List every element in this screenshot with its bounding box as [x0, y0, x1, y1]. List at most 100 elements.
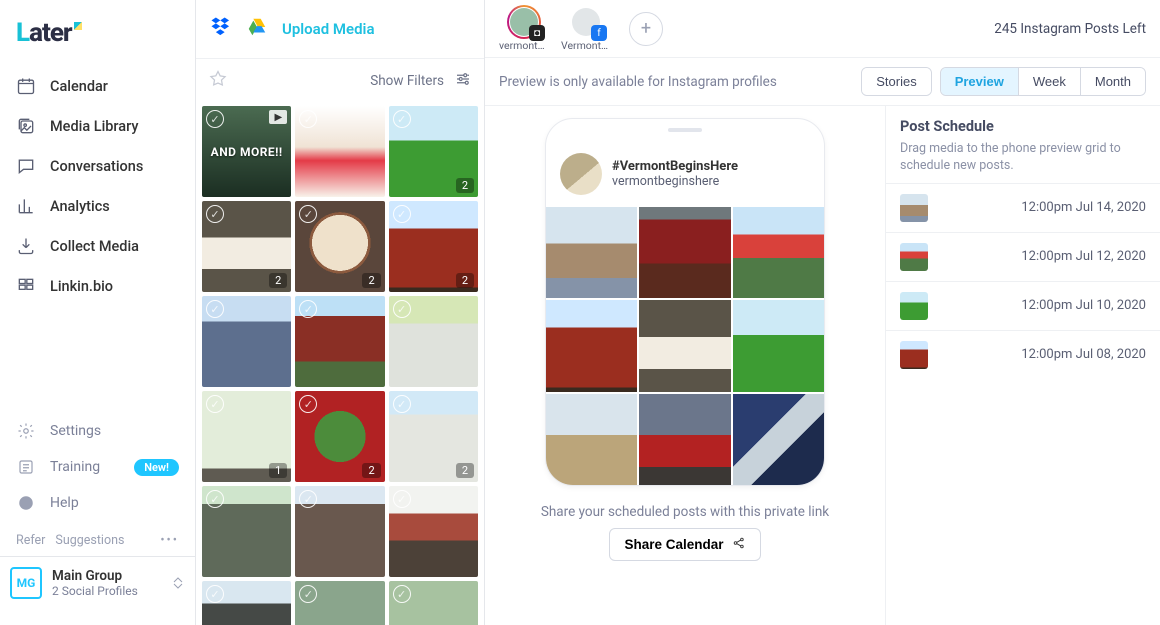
- media-tile[interactable]: ✓1: [202, 391, 291, 482]
- profile-instagram[interactable]: ◘ vermontb...: [499, 5, 549, 52]
- phone-cell[interactable]: [639, 300, 730, 391]
- check-icon[interactable]: ✓: [393, 205, 411, 223]
- check-icon[interactable]: ✓: [393, 110, 411, 128]
- count-badge: 2: [456, 178, 474, 193]
- phone-grid[interactable]: [546, 207, 824, 485]
- phone-cell[interactable]: [546, 300, 637, 391]
- nav-conversations[interactable]: Conversations: [0, 146, 195, 186]
- check-icon[interactable]: ✓: [393, 490, 411, 508]
- preview-button[interactable]: Preview: [941, 68, 1018, 95]
- media-tile[interactable]: ✓▶AND MORE!!: [202, 106, 291, 197]
- show-filters-link[interactable]: Show Filters: [370, 73, 444, 89]
- group-switcher[interactable]: MG Main Group 2 Social Profiles: [0, 556, 195, 625]
- secondary-nav: Settings TrainingNew! ? Help: [0, 409, 195, 525]
- overlay-text: AND MORE!!: [202, 106, 291, 197]
- app-logo[interactable]: Later: [0, 10, 195, 66]
- check-icon[interactable]: ✓: [206, 395, 224, 413]
- nav-linkin-bio[interactable]: Linkin.bio: [0, 266, 195, 306]
- media-tile[interactable]: ✓: [202, 296, 291, 387]
- check-icon[interactable]: ✓: [299, 205, 317, 223]
- check-icon[interactable]: ✓: [206, 205, 224, 223]
- phone-cell[interactable]: [733, 300, 824, 391]
- media-tile[interactable]: ✓: [295, 296, 384, 387]
- nav-collect-media[interactable]: Collect Media: [0, 226, 195, 266]
- check-icon[interactable]: ✓: [299, 585, 317, 603]
- profile-picture: [560, 153, 602, 195]
- nav-help[interactable]: ? Help: [0, 485, 195, 521]
- more-icon[interactable]: •••: [160, 533, 179, 548]
- upload-media-link[interactable]: Upload Media: [282, 20, 375, 38]
- profile-username: vermontbeginshere: [612, 174, 738, 189]
- refer-link[interactable]: Refer: [16, 533, 45, 548]
- schedule-time: 12:00pm Jul 12, 2020: [1021, 249, 1146, 264]
- nav-label: Help: [50, 495, 79, 511]
- schedule-item[interactable]: 12:00pm Jul 12, 2020: [886, 232, 1160, 281]
- share-icon: [732, 536, 746, 553]
- download-icon: [16, 236, 36, 256]
- check-icon[interactable]: ✓: [299, 490, 317, 508]
- check-icon[interactable]: ✓: [393, 395, 411, 413]
- group-sub: 2 Social Profiles: [52, 584, 138, 598]
- media-tile[interactable]: ✓2: [202, 201, 291, 292]
- sliders-icon[interactable]: [454, 70, 472, 92]
- media-tile[interactable]: ✓2: [389, 201, 478, 292]
- schedule-title: Post Schedule: [900, 118, 1146, 135]
- nav-training[interactable]: TrainingNew!: [0, 449, 195, 485]
- suggestions-link[interactable]: Suggestions: [55, 533, 124, 548]
- nav-calendar[interactable]: Calendar: [0, 66, 195, 106]
- phone-preview[interactable]: #VermontBeginsHere vermontbeginshere: [545, 118, 825, 486]
- media-tile[interactable]: ✓: [389, 296, 478, 387]
- preview-note: Preview is only available for Instagram …: [499, 74, 777, 90]
- check-icon[interactable]: ✓: [206, 300, 224, 318]
- check-icon[interactable]: ✓: [393, 585, 411, 603]
- schedule-item[interactable]: 12:00pm Jul 10, 2020: [886, 281, 1160, 330]
- media-tile[interactable]: ✓: [202, 486, 291, 577]
- sidebar: Later Calendar Media Library Conversatio…: [0, 0, 196, 625]
- nav-media-library[interactable]: Media Library: [0, 106, 195, 146]
- media-tile[interactable]: ✓2: [389, 391, 478, 482]
- share-calendar-button[interactable]: Share Calendar: [609, 528, 760, 561]
- phone-cell[interactable]: [733, 207, 824, 298]
- check-icon[interactable]: ✓: [393, 300, 411, 318]
- check-icon[interactable]: ✓: [299, 110, 317, 128]
- phone-cell[interactable]: [733, 394, 824, 485]
- schedule-thumb: [900, 243, 928, 271]
- media-tile[interactable]: ✓: [295, 106, 384, 197]
- schedule-time: 12:00pm Jul 10, 2020: [1021, 298, 1146, 313]
- media-tile[interactable]: ✓2: [295, 201, 384, 292]
- nav-analytics[interactable]: Analytics: [0, 186, 195, 226]
- google-drive-icon[interactable]: [246, 16, 268, 42]
- month-button[interactable]: Month: [1080, 68, 1145, 95]
- check-icon[interactable]: ✓: [206, 490, 224, 508]
- star-icon[interactable]: [208, 69, 228, 93]
- nav-settings[interactable]: Settings: [0, 413, 195, 449]
- media-tile[interactable]: ✓2: [295, 391, 384, 482]
- schedule-item[interactable]: 12:00pm Jul 14, 2020: [886, 183, 1160, 232]
- check-icon[interactable]: ✓: [206, 585, 224, 603]
- svg-text:?: ?: [23, 498, 28, 508]
- week-button[interactable]: Week: [1018, 68, 1080, 95]
- media-tile[interactable]: ✓: [295, 581, 384, 625]
- phone-cell[interactable]: [546, 207, 637, 298]
- media-tile[interactable]: ✓: [295, 486, 384, 577]
- gear-icon: [16, 421, 36, 441]
- add-profile-button[interactable]: +: [629, 12, 663, 46]
- refer-row: Refer Suggestions •••: [0, 525, 195, 556]
- schedule-thumb: [900, 341, 928, 369]
- phone-cell[interactable]: [639, 394, 730, 485]
- dropbox-icon[interactable]: [210, 16, 232, 42]
- media-tile[interactable]: ✓2: [389, 106, 478, 197]
- phone-cell[interactable]: [639, 207, 730, 298]
- media-tile[interactable]: ✓: [389, 581, 478, 625]
- schedule-item[interactable]: 12:00pm Jul 08, 2020: [886, 330, 1160, 379]
- media-tile[interactable]: ✓: [202, 581, 291, 625]
- check-icon[interactable]: ✓: [299, 300, 317, 318]
- check-icon[interactable]: ✓: [299, 395, 317, 413]
- stories-button[interactable]: Stories: [862, 68, 930, 95]
- phone-cell[interactable]: [546, 394, 637, 485]
- profile-facebook[interactable]: f Vermontb...: [561, 5, 611, 52]
- calendar-icon: [16, 76, 36, 96]
- profiles-row: ◘ vermontb... f Vermontb... + 245 Instag…: [485, 0, 1160, 58]
- media-tile[interactable]: ✓: [389, 486, 478, 577]
- count-badge: 2: [362, 463, 380, 478]
